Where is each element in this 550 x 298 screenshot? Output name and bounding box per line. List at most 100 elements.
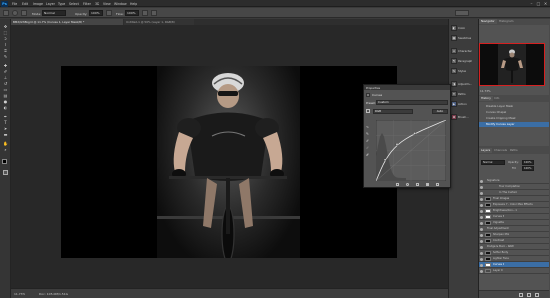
minimize-icon[interactable]: –: [529, 1, 534, 6]
hand-tool-icon[interactable]: ✋: [3, 141, 9, 146]
dock-color[interactable]: ◐ Color: [451, 24, 477, 32]
visibility-icon[interactable]: [480, 251, 483, 255]
brush-panel-icon[interactable]: [21, 10, 27, 16]
pressure-opacity-icon[interactable]: [106, 10, 112, 16]
type-tool-icon[interactable]: T: [3, 120, 9, 125]
tab-layers[interactable]: Layers: [479, 148, 493, 153]
opacity-input[interactable]: 100%: [89, 10, 103, 16]
visibility-icon[interactable]: [480, 209, 483, 213]
menu-filter[interactable]: Filter: [83, 2, 91, 6]
menu-edit[interactable]: Edit: [22, 2, 28, 6]
menu-file[interactable]: File: [12, 2, 17, 6]
quick-select-tool-icon[interactable]: ⌇: [3, 42, 9, 47]
visibility-icon[interactable]: [480, 269, 483, 273]
auto-button[interactable]: Auto: [432, 109, 448, 114]
dock-actions[interactable]: ▶ Action: [451, 100, 477, 108]
menu-image[interactable]: Image: [33, 2, 43, 6]
dock-paragraph[interactable]: ¶ Paragraph: [451, 57, 477, 65]
layer-opacity-input[interactable]: 100%: [522, 160, 534, 165]
flow-input[interactable]: 100%: [125, 10, 139, 16]
curve-control-point[interactable]: [383, 158, 387, 161]
shape-tool-icon[interactable]: ▬: [3, 132, 9, 137]
blur-tool-icon[interactable]: ●: [3, 99, 9, 104]
maximize-icon[interactable]: □: [536, 1, 541, 6]
tab-histogram[interactable]: Histogram: [497, 19, 516, 24]
curve-control-point[interactable]: [395, 143, 399, 146]
workspace-switcher[interactable]: [455, 10, 469, 16]
lasso-tool-icon[interactable]: ↄ: [3, 36, 9, 41]
curve-control-point[interactable]: [444, 120, 446, 122]
menu-type[interactable]: Type: [58, 2, 65, 6]
layer-fill-input[interactable]: 100%: [522, 166, 534, 171]
path-select-tool-icon[interactable]: ➤: [3, 126, 9, 131]
properties-titlebar[interactable]: Properties: [364, 85, 450, 90]
visibility-icon[interactable]: [480, 179, 483, 183]
point-tool-icon[interactable]: ∿: [366, 125, 369, 129]
crop-tool-icon[interactable]: ⌗: [3, 48, 9, 53]
history-item[interactable]: Create Clipping Mask: [479, 116, 549, 121]
tab-navigator[interactable]: Navigator: [479, 19, 497, 24]
history-item-active[interactable]: Modify Curves Layer: [479, 122, 549, 127]
visibility-icon[interactable]: [480, 203, 483, 207]
brush-tool-icon[interactable]: ✐: [3, 69, 9, 74]
pencil-tool-icon[interactable]: ✎: [366, 132, 369, 136]
move-tool-icon[interactable]: ✥: [3, 24, 9, 29]
marquee-tool-icon[interactable]: ⬚: [3, 30, 9, 35]
white-point-icon[interactable]: ✐: [366, 153, 369, 157]
menu-view[interactable]: View: [103, 2, 111, 6]
visibility-icon[interactable]: [480, 233, 483, 237]
reset-icon[interactable]: [416, 183, 419, 186]
dock-styles[interactable]: fx Styles: [451, 67, 477, 75]
dock-swatches[interactable]: ▦ Swatches: [451, 34, 477, 42]
clone-stamp-tool-icon[interactable]: ⊥: [3, 75, 9, 80]
visibility-toggle-icon[interactable]: [426, 183, 429, 186]
menu-select[interactable]: Select: [69, 2, 79, 6]
tab-info[interactable]: Info: [492, 96, 501, 101]
tab-history[interactable]: History: [479, 96, 493, 101]
blend-mode-select[interactable]: Normal: [481, 160, 505, 165]
dock-character[interactable]: A Character: [451, 47, 477, 55]
curve-control-point[interactable]: [413, 132, 416, 135]
tab-channels[interactable]: Channels: [492, 148, 509, 153]
tool-preset-icon[interactable]: [3, 10, 9, 16]
target-adjust-icon[interactable]: [366, 109, 370, 113]
trash-icon[interactable]: [535, 293, 539, 297]
menu-3d[interactable]: 3D: [95, 2, 99, 6]
menu-window[interactable]: Window: [114, 2, 127, 6]
airbrush-icon[interactable]: [142, 10, 148, 16]
menu-layer[interactable]: Layer: [46, 2, 55, 6]
dock-brush-presets[interactable]: ✿ Brush...: [451, 113, 477, 121]
eraser-tool-icon[interactable]: ▭: [3, 87, 9, 92]
dock-adjustments[interactable]: ◑ Adjustm...: [451, 80, 477, 88]
zoom-tool-icon[interactable]: ⌕: [3, 147, 9, 152]
history-item[interactable]: Curves Chapel: [479, 110, 549, 115]
quick-mask-icon[interactable]: [3, 170, 8, 175]
visibility-icon[interactable]: [480, 185, 483, 189]
history-item[interactable]: Disable Layer Mask: [479, 104, 549, 109]
menu-help[interactable]: Help: [130, 2, 137, 6]
eyedropper-tool-icon[interactable]: ✎: [3, 54, 9, 59]
gradient-tool-icon[interactable]: ▤: [3, 93, 9, 98]
mode-select[interactable]: Normal: [42, 10, 66, 16]
navigator-thumbnail[interactable]: [479, 43, 545, 86]
channel-select[interactable]: RGB: [373, 109, 413, 114]
preset-select[interactable]: Custom: [376, 100, 448, 105]
visibility-icon[interactable]: [480, 245, 483, 249]
dock-paths[interactable]: ✒ Paths: [451, 90, 477, 98]
curve-control-point[interactable]: [376, 179, 378, 181]
visibility-icon[interactable]: [480, 239, 483, 243]
visibility-icon[interactable]: [480, 263, 483, 267]
new-group-icon[interactable]: [519, 293, 523, 297]
tab-paths[interactable]: Paths: [508, 148, 520, 153]
healing-tool-icon[interactable]: ✚: [3, 63, 9, 68]
navigator-zoom[interactable]: 11.73%: [480, 89, 491, 93]
visibility-icon[interactable]: [480, 215, 483, 219]
trash-icon[interactable]: [436, 183, 439, 186]
visibility-icon[interactable]: [480, 221, 483, 225]
pressure-size-icon[interactable]: [151, 10, 157, 16]
properties-tab[interactable]: Properties: [366, 86, 380, 90]
visibility-icon[interactable]: [480, 197, 483, 201]
pen-tool-icon[interactable]: ✒: [3, 114, 9, 119]
visibility-icon[interactable]: [480, 227, 483, 231]
black-point-icon[interactable]: ✐: [366, 139, 369, 143]
